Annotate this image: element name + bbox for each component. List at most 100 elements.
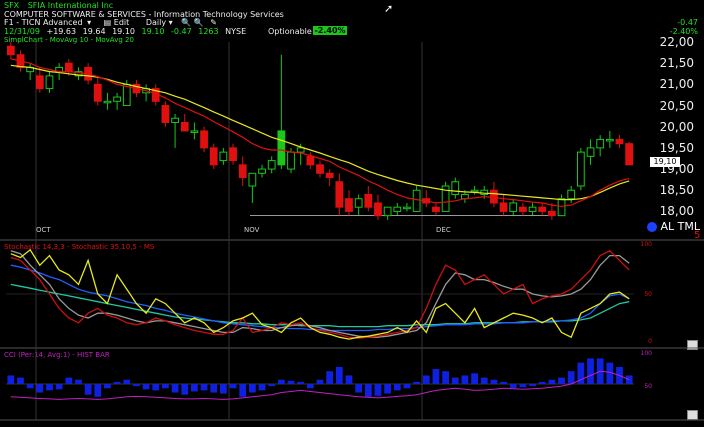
candle-body — [200, 130, 208, 149]
cci-bar — [355, 384, 363, 393]
candle-body — [258, 168, 266, 174]
cci-bar — [94, 384, 102, 397]
cci-bar — [277, 379, 285, 384]
cci-bar — [461, 375, 469, 384]
cci-bar — [268, 384, 276, 387]
candle-body — [6, 45, 15, 56]
candle-body — [403, 206, 411, 210]
cci-bar — [171, 384, 179, 393]
cci-bar — [384, 384, 392, 394]
candle-body — [374, 202, 382, 217]
chart-canvas[interactable] — [0, 0, 704, 427]
candle-body — [412, 189, 421, 212]
cci-bar — [548, 379, 556, 384]
cci-bar — [152, 384, 160, 391]
cci-bar — [393, 384, 401, 391]
candle-body — [64, 62, 73, 73]
candle-body — [171, 117, 179, 123]
candle-body — [103, 100, 112, 104]
cci-bar — [181, 384, 189, 395]
cci-bar — [46, 384, 53, 391]
candle-body — [335, 181, 344, 208]
cci-bar — [326, 371, 334, 384]
cci-bar — [403, 384, 411, 389]
ma20-line — [10, 64, 630, 201]
cci-bar — [84, 384, 92, 395]
cci-bar — [229, 384, 237, 389]
cci-bar — [519, 384, 527, 388]
candle-body — [35, 75, 44, 90]
cci-bar — [500, 381, 507, 384]
candle-body — [528, 206, 537, 212]
cci-bar — [306, 384, 314, 389]
cci-bar — [200, 384, 208, 391]
cci-bar — [471, 373, 478, 384]
cci-bar — [587, 358, 594, 384]
candle-body — [180, 121, 189, 132]
cci-bar — [529, 384, 536, 387]
candle-body — [93, 83, 102, 102]
cci-bar — [345, 375, 353, 384]
cci-bar — [490, 379, 498, 384]
cci-bar — [75, 379, 82, 384]
candle-body — [209, 147, 218, 166]
ma10-line — [10, 58, 630, 207]
cci-bar — [142, 384, 150, 390]
cci-bar — [220, 384, 227, 394]
candle-body — [432, 206, 440, 212]
candle-body — [509, 202, 518, 212]
cci-bar — [451, 377, 459, 384]
candle-body — [190, 130, 199, 133]
candle-body — [557, 198, 566, 217]
candle-body — [113, 96, 121, 102]
cci-bar — [36, 384, 44, 393]
candle-body — [576, 151, 585, 187]
candle-body — [538, 206, 547, 212]
candle-body — [383, 206, 392, 217]
cci-bar — [258, 384, 266, 391]
cci-bar — [17, 377, 24, 384]
chart-window: SFX SFIA International Inc COMPUTER SOFT… — [0, 0, 704, 427]
candle-body — [229, 147, 237, 162]
cci-bar — [248, 384, 256, 393]
cci-bar — [7, 375, 15, 384]
cci-bar — [558, 377, 565, 384]
cci-bar — [191, 384, 198, 392]
cci-bar — [335, 366, 343, 384]
cci-bar — [133, 384, 140, 387]
candle-body — [248, 172, 257, 187]
candle-body — [325, 172, 334, 179]
cci-line — [10, 370, 630, 400]
cci-bar — [364, 384, 372, 397]
cci-bar — [480, 377, 488, 384]
candle-body — [161, 105, 170, 123]
candle-body — [316, 164, 324, 174]
cci-bar — [123, 379, 131, 384]
candle-body — [354, 198, 363, 208]
candle-body — [296, 147, 305, 153]
candle-body — [490, 189, 498, 204]
candle-body — [586, 147, 595, 157]
cci-bar — [422, 375, 430, 384]
candle-body — [364, 193, 373, 208]
candle-body — [470, 189, 479, 193]
cci-bar — [538, 381, 546, 384]
stoch-line-blue — [10, 264, 630, 332]
candle-body — [547, 210, 556, 217]
candle-body — [519, 206, 527, 212]
candle-body — [499, 202, 508, 212]
cci-bar — [413, 381, 420, 384]
candle-body — [219, 151, 228, 162]
candle-body — [306, 155, 315, 166]
cci-bar — [374, 384, 382, 396]
cci-bar — [239, 384, 247, 397]
candle-body — [625, 143, 634, 166]
candle-body — [596, 138, 605, 149]
cci-bar — [509, 384, 517, 389]
cci-bar — [432, 369, 440, 384]
candle-body — [567, 189, 576, 200]
cci-bar — [55, 384, 63, 390]
cci-bar — [297, 381, 305, 384]
candle-body — [277, 130, 286, 166]
cci-bar — [113, 381, 121, 384]
